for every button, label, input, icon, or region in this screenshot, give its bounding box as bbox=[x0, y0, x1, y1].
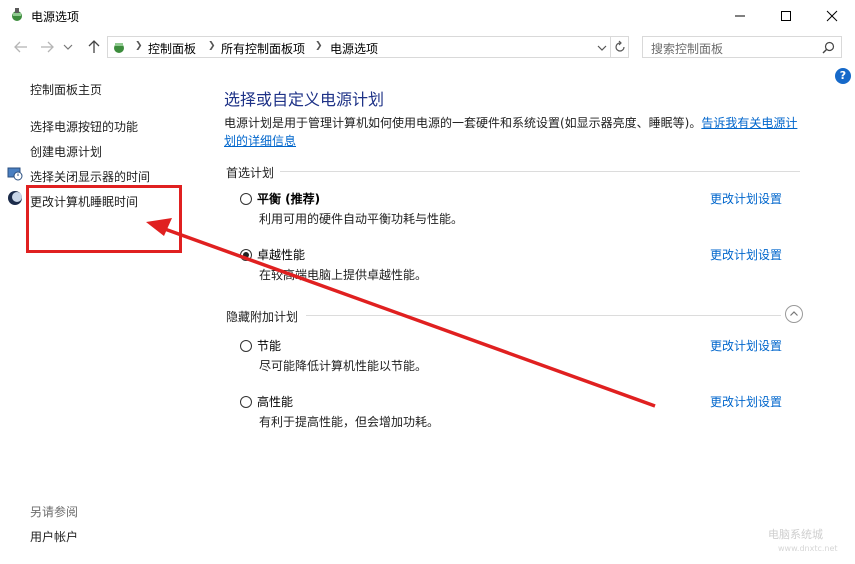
watermark-text: 电脑系统城 bbox=[768, 528, 823, 541]
annotation-arrow-icon bbox=[146, 218, 656, 408]
watermark-url: www.dnxtc.net bbox=[778, 544, 838, 553]
